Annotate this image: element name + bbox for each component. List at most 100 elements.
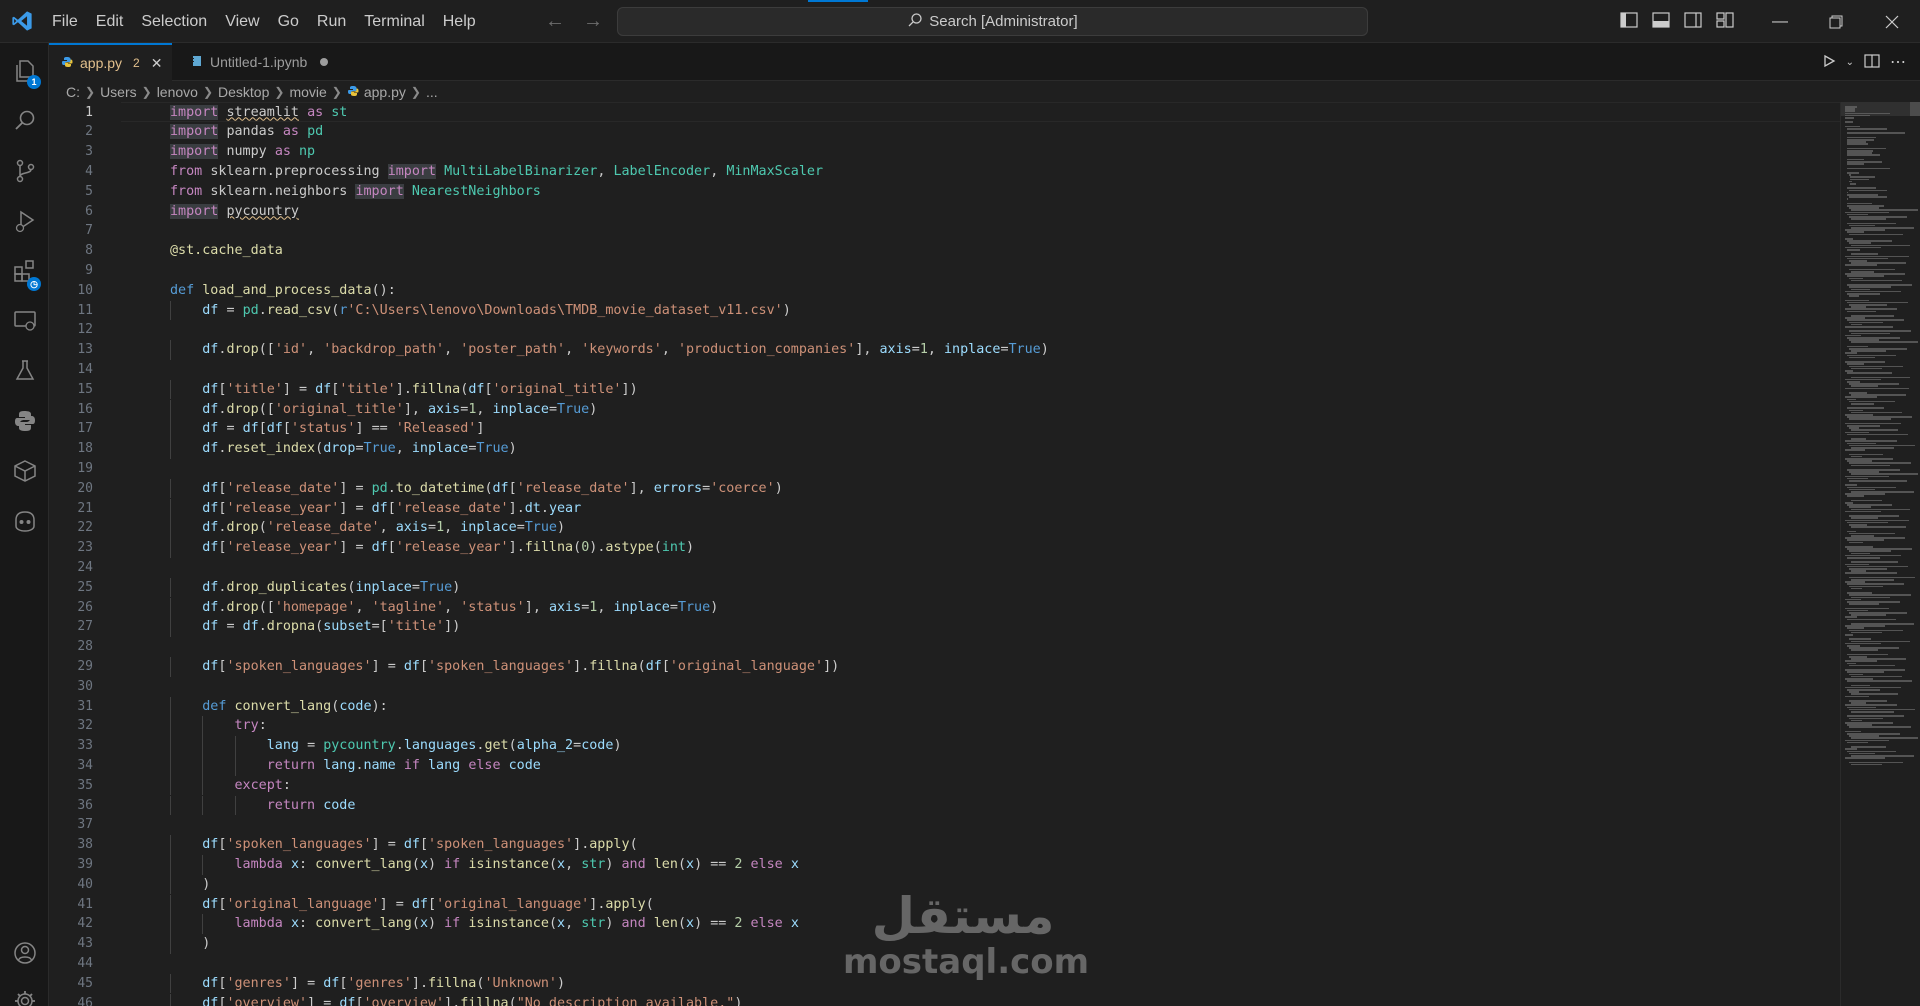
code-line[interactable]: df = df[df['status'] == 'Released'] [170,419,484,439]
code-line[interactable]: return lang.name if lang else code [170,756,541,776]
command-center-search[interactable]: Search [Administrator] [617,7,1368,36]
code-line[interactable]: df['release_year'] = df['release_date'].… [170,499,581,519]
code-line[interactable]: df.drop(['id', 'backdrop_path', 'poster_… [170,340,1049,360]
close-window-icon[interactable] [1864,0,1920,43]
code-line[interactable]: df['release_year'] = df['release_year'].… [170,538,694,558]
tab-app-py[interactable]: app.py 2 ✕ [49,43,172,81]
minimap[interactable] [1840,102,1920,1006]
code-line[interactable]: df['spoken_languages'] = df['spoken_lang… [170,835,637,855]
breadcrumb-users[interactable]: Users [100,84,137,100]
code-line[interactable]: lambda x: convert_lang(x) if isinstance(… [170,855,799,875]
code-line[interactable]: ) [170,934,210,954]
code-line[interactable]: import pycountry [170,202,299,222]
toggle-panel-icon[interactable] [1652,12,1670,31]
minimap-row [1845,695,1869,698]
breadcrumb-desktop[interactable]: Desktop [218,84,269,100]
indent-guide [170,439,171,459]
more-actions-icon[interactable]: ⋯ [1890,52,1906,72]
menu-view[interactable]: View [216,0,268,43]
breadcrumb-symbol[interactable]: ... [426,84,438,100]
tab-label: Untitled-1.ipynb [210,54,308,70]
code-line[interactable]: return code [170,796,356,816]
code-line[interactable]: df['original_language'] = df['original_l… [170,895,654,915]
code-line[interactable]: df['release_date'] = pd.to_datetime(df['… [170,479,783,499]
accounts-icon[interactable] [0,929,49,977]
code-line[interactable]: df['genres'] = df['genres'].fillna('Unkn… [170,974,565,994]
code-line[interactable]: import streamlit as st [170,103,347,123]
code-line[interactable]: lambda x: convert_lang(x) if isinstance(… [170,914,799,934]
explorer-icon[interactable]: 1 [0,47,49,95]
back-arrow-icon[interactable]: ← [545,10,565,33]
code-line[interactable]: df = pd.read_csv(r'C:\Users\lenovo\Downl… [170,301,791,321]
code-area[interactable]: import streamlit as st import pandas as p… [121,102,1841,1006]
split-editor-icon[interactable] [1864,53,1880,71]
vertical-scrollbar[interactable] [1910,102,1920,116]
minimap-row [1848,189,1888,192]
code-line[interactable]: except: [170,776,291,796]
code-line[interactable]: df.drop(['original_title'], axis=1, inpl… [170,400,597,420]
line-number: 19 [77,460,93,476]
code-line[interactable]: df.drop('release_date', axis=1, inplace=… [170,518,565,538]
breadcrumb-movie[interactable]: movie [289,84,326,100]
code-line[interactable]: try: [170,716,267,736]
menu-terminal[interactable]: Terminal [355,0,433,43]
code-line[interactable]: df.drop(['homepage', 'tagline', 'status'… [170,598,718,618]
menu-go[interactable]: Go [269,0,308,43]
code-line[interactable]: from sklearn.preprocessing import MultiL… [170,162,823,182]
code-line[interactable]: df = df.dropna(subset=['title']) [170,617,460,637]
code-line[interactable]: lang = pycountry.languages.get(alpha_2=c… [170,736,622,756]
line-number-gutter: 1 2 3 4 5 6 7 8 9 10 11 12 13 14 15 16 17 18 19 20 21 22 23 24 2… [49,102,121,1006]
menu-file[interactable]: File [43,0,87,43]
manage-gear-icon[interactable] [0,977,49,1006]
customize-layout-icon[interactable] [1716,12,1734,31]
code-line[interactable]: def load_and_process_data(): [170,281,396,301]
code-line[interactable]: def convert_lang(code): [170,697,387,717]
run-and-debug-icon[interactable] [0,197,49,245]
code-line[interactable]: df['spoken_languages'] = df['spoken_lang… [170,657,839,677]
code-line[interactable]: from sklearn.neighbors import NearestNei… [170,182,541,202]
code-line[interactable]: import numpy as np [170,142,315,162]
testing-icon[interactable] [0,347,49,395]
code-line[interactable]: df['overview'] = df['overview'].fillna("… [170,994,742,1006]
menu-edit[interactable]: Edit [87,0,133,43]
code-line[interactable]: import pandas as pd [170,122,323,142]
menu-run[interactable]: Run [308,0,355,43]
current-line-highlight [121,102,1841,122]
run-python-file-icon[interactable] [1822,54,1836,71]
remote-explorer-icon[interactable] [0,297,49,345]
code-line[interactable]: ) [170,875,210,895]
search-view-icon[interactable] [0,97,49,145]
tab-label: app.py [80,55,123,71]
toggle-secondary-sidebar-icon[interactable] [1684,12,1702,31]
menu-help[interactable]: Help [434,0,485,43]
code-line[interactable]: @st.cache_data [170,241,283,261]
code-line[interactable]: df.reset_index(drop=True, inplace=True) [170,439,516,459]
line-number: 15 [77,381,93,397]
breadcrumb-lenovo[interactable]: lenovo [157,84,198,100]
minimap-row [1845,326,1893,328]
minimap-row [1849,295,1859,297]
code-line[interactable]: df.drop_duplicates(inplace=True) [170,578,460,598]
indent-guide [170,597,171,618]
close-tab-icon[interactable]: ✕ [151,55,163,72]
minimize-icon[interactable]: — [1752,0,1808,43]
indent-guide [170,498,171,519]
code-line[interactable]: df['title'] = df['title'].fillna(df['ori… [170,380,637,400]
python-icon[interactable] [0,397,49,445]
restore-icon[interactable] [1808,0,1864,43]
forward-arrow-icon[interactable]: → [583,10,603,33]
extensions-icon[interactable]: ◷ [0,247,49,295]
containers-icon[interactable] [0,447,49,495]
copilot-icon[interactable] [0,497,49,545]
toggle-primary-sidebar-icon[interactable] [1620,12,1638,31]
tab-untitled-ipynb[interactable]: Untitled-1.ipynb [179,43,340,81]
menu-selection[interactable]: Selection [132,0,216,43]
indent-guide [202,755,204,776]
code-editor[interactable]: 1 2 3 4 5 6 7 8 9 10 11 12 13 14 15 16 17 18 19 20 21 22 23 24 2… [49,102,1920,1006]
minimap-row [1851,341,1918,343]
source-control-icon[interactable] [0,147,49,195]
minimap-row [1847,495,1864,497]
breadcrumb-file[interactable]: app.py [364,84,406,100]
breadcrumb-drive[interactable]: C: [66,84,80,100]
run-dropdown-chevron-icon[interactable]: ⌄ [1846,57,1854,68]
